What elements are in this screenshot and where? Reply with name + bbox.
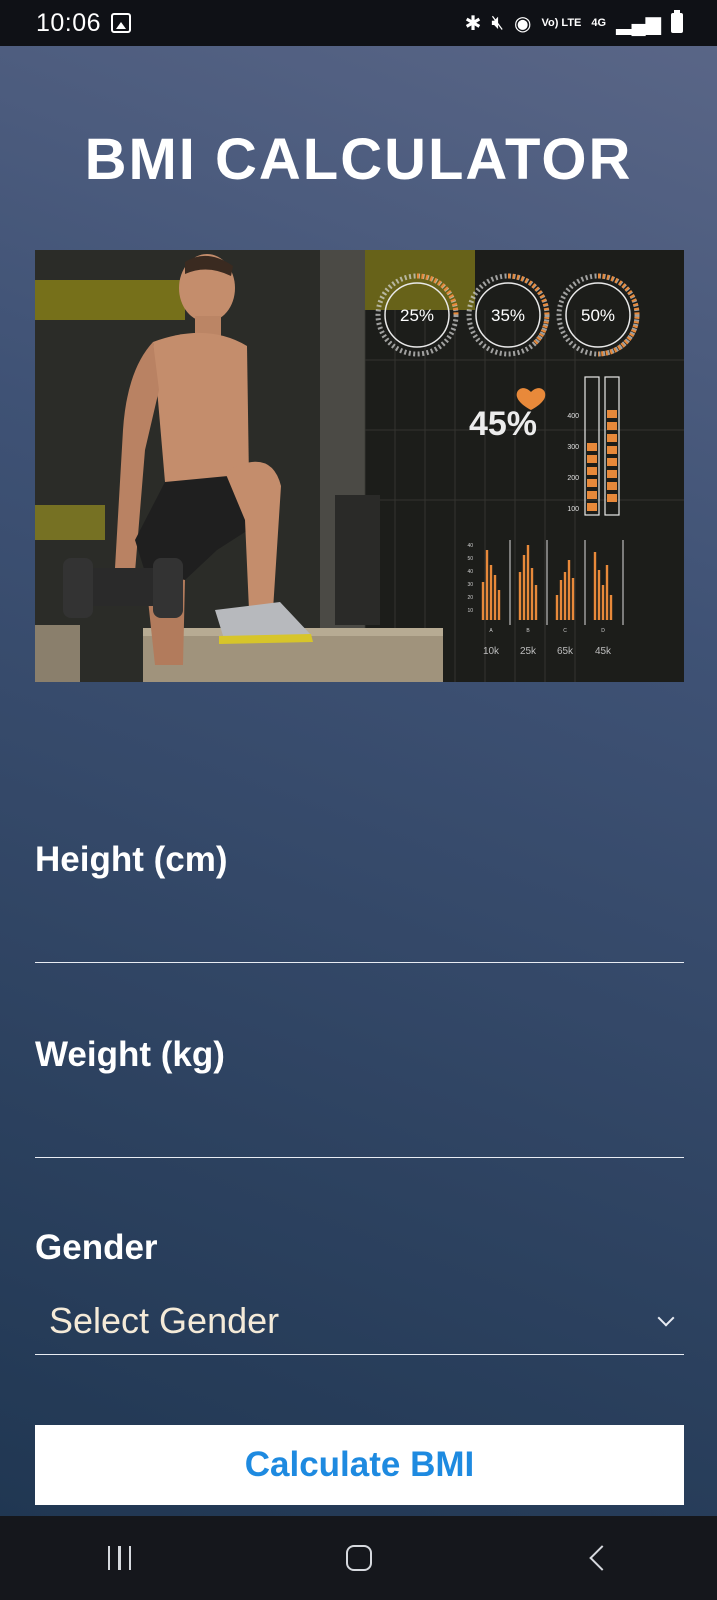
height-underline — [35, 962, 684, 963]
height-input[interactable] — [35, 900, 684, 956]
fitness-illustration: 25% 35% 50% 45% 400 300 200 100 40 50 40… — [35, 250, 684, 682]
status-bar: 10:06 ✱ 🔇︎ ◉ Vo) LTE 4G ▂▄▆ — [0, 0, 717, 46]
gauge-label-1: 25% — [400, 306, 434, 325]
hist-group-d: D — [601, 628, 605, 634]
back-icon — [588, 1545, 615, 1571]
height-label: Height (cm) — [35, 840, 228, 879]
home-icon — [345, 1545, 372, 1571]
calculate-bmi-button[interactable]: Calculate BMI — [35, 1425, 684, 1505]
gender-select[interactable]: Select Gender — [35, 1288, 684, 1354]
status-time: 10:06 — [36, 8, 102, 37]
gauge-label-3: 50% — [581, 306, 615, 325]
bluetooth-icon: ✱ — [464, 12, 482, 35]
4g-icon: 4G — [591, 16, 607, 29]
hero-image: 25% 35% 50% 45% 400 300 200 100 40 50 40… — [35, 250, 684, 682]
bar-scale-2: 300 — [567, 444, 579, 451]
heart-rate-value: 45% — [469, 405, 537, 443]
bar-scale-1: 400 — [567, 413, 579, 420]
navigation-bar — [0, 1516, 717, 1600]
mute-icon: 🔇︎ — [491, 11, 504, 34]
gender-underline — [35, 1354, 684, 1355]
volte-icon: Vo) LTE — [541, 16, 582, 29]
hist-group-c: C — [563, 628, 567, 634]
weight-underline — [35, 1157, 684, 1158]
hist-label-2: 25k — [520, 646, 537, 657]
bar-scale-4: 100 — [567, 506, 579, 513]
app-title: BMI CALCULATOR — [84, 127, 633, 192]
chevron-down-icon — [657, 1309, 675, 1327]
hist-scale-2: 50 — [467, 556, 473, 562]
gallery-icon — [111, 13, 132, 33]
signal-icon: ▂▄▆ — [616, 12, 661, 35]
recent-apps-button[interactable] — [90, 1528, 150, 1588]
hist-scale-5: 20 — [467, 595, 473, 601]
hist-label-3: 65k — [557, 646, 574, 657]
back-button[interactable] — [568, 1528, 628, 1588]
bar-scale-3: 200 — [567, 475, 579, 482]
hist-scale-6: 10 — [467, 608, 473, 614]
home-button[interactable] — [329, 1528, 389, 1588]
weight-input[interactable] — [35, 1095, 684, 1151]
recent-apps-icon — [107, 1546, 132, 1570]
gauge-label-2: 35% — [491, 306, 525, 325]
hist-scale-4: 30 — [467, 582, 473, 588]
hist-scale-1: 40 — [467, 543, 473, 549]
gender-select-value: Select Gender — [49, 1300, 280, 1341]
hist-scale-3: 40 — [467, 569, 473, 575]
hist-label-4: 45k — [595, 646, 612, 657]
weight-label: Weight (kg) — [35, 1035, 225, 1074]
bmi-screen: 10:06 ✱ 🔇︎ ◉ Vo) LTE 4G ▂▄▆ BMI CALCULAT… — [0, 0, 717, 1600]
gender-label: Gender — [35, 1228, 158, 1267]
hotspot-icon: ◉ — [514, 12, 532, 35]
battery-icon — [671, 10, 683, 33]
hist-label-1: 10k — [483, 646, 500, 657]
